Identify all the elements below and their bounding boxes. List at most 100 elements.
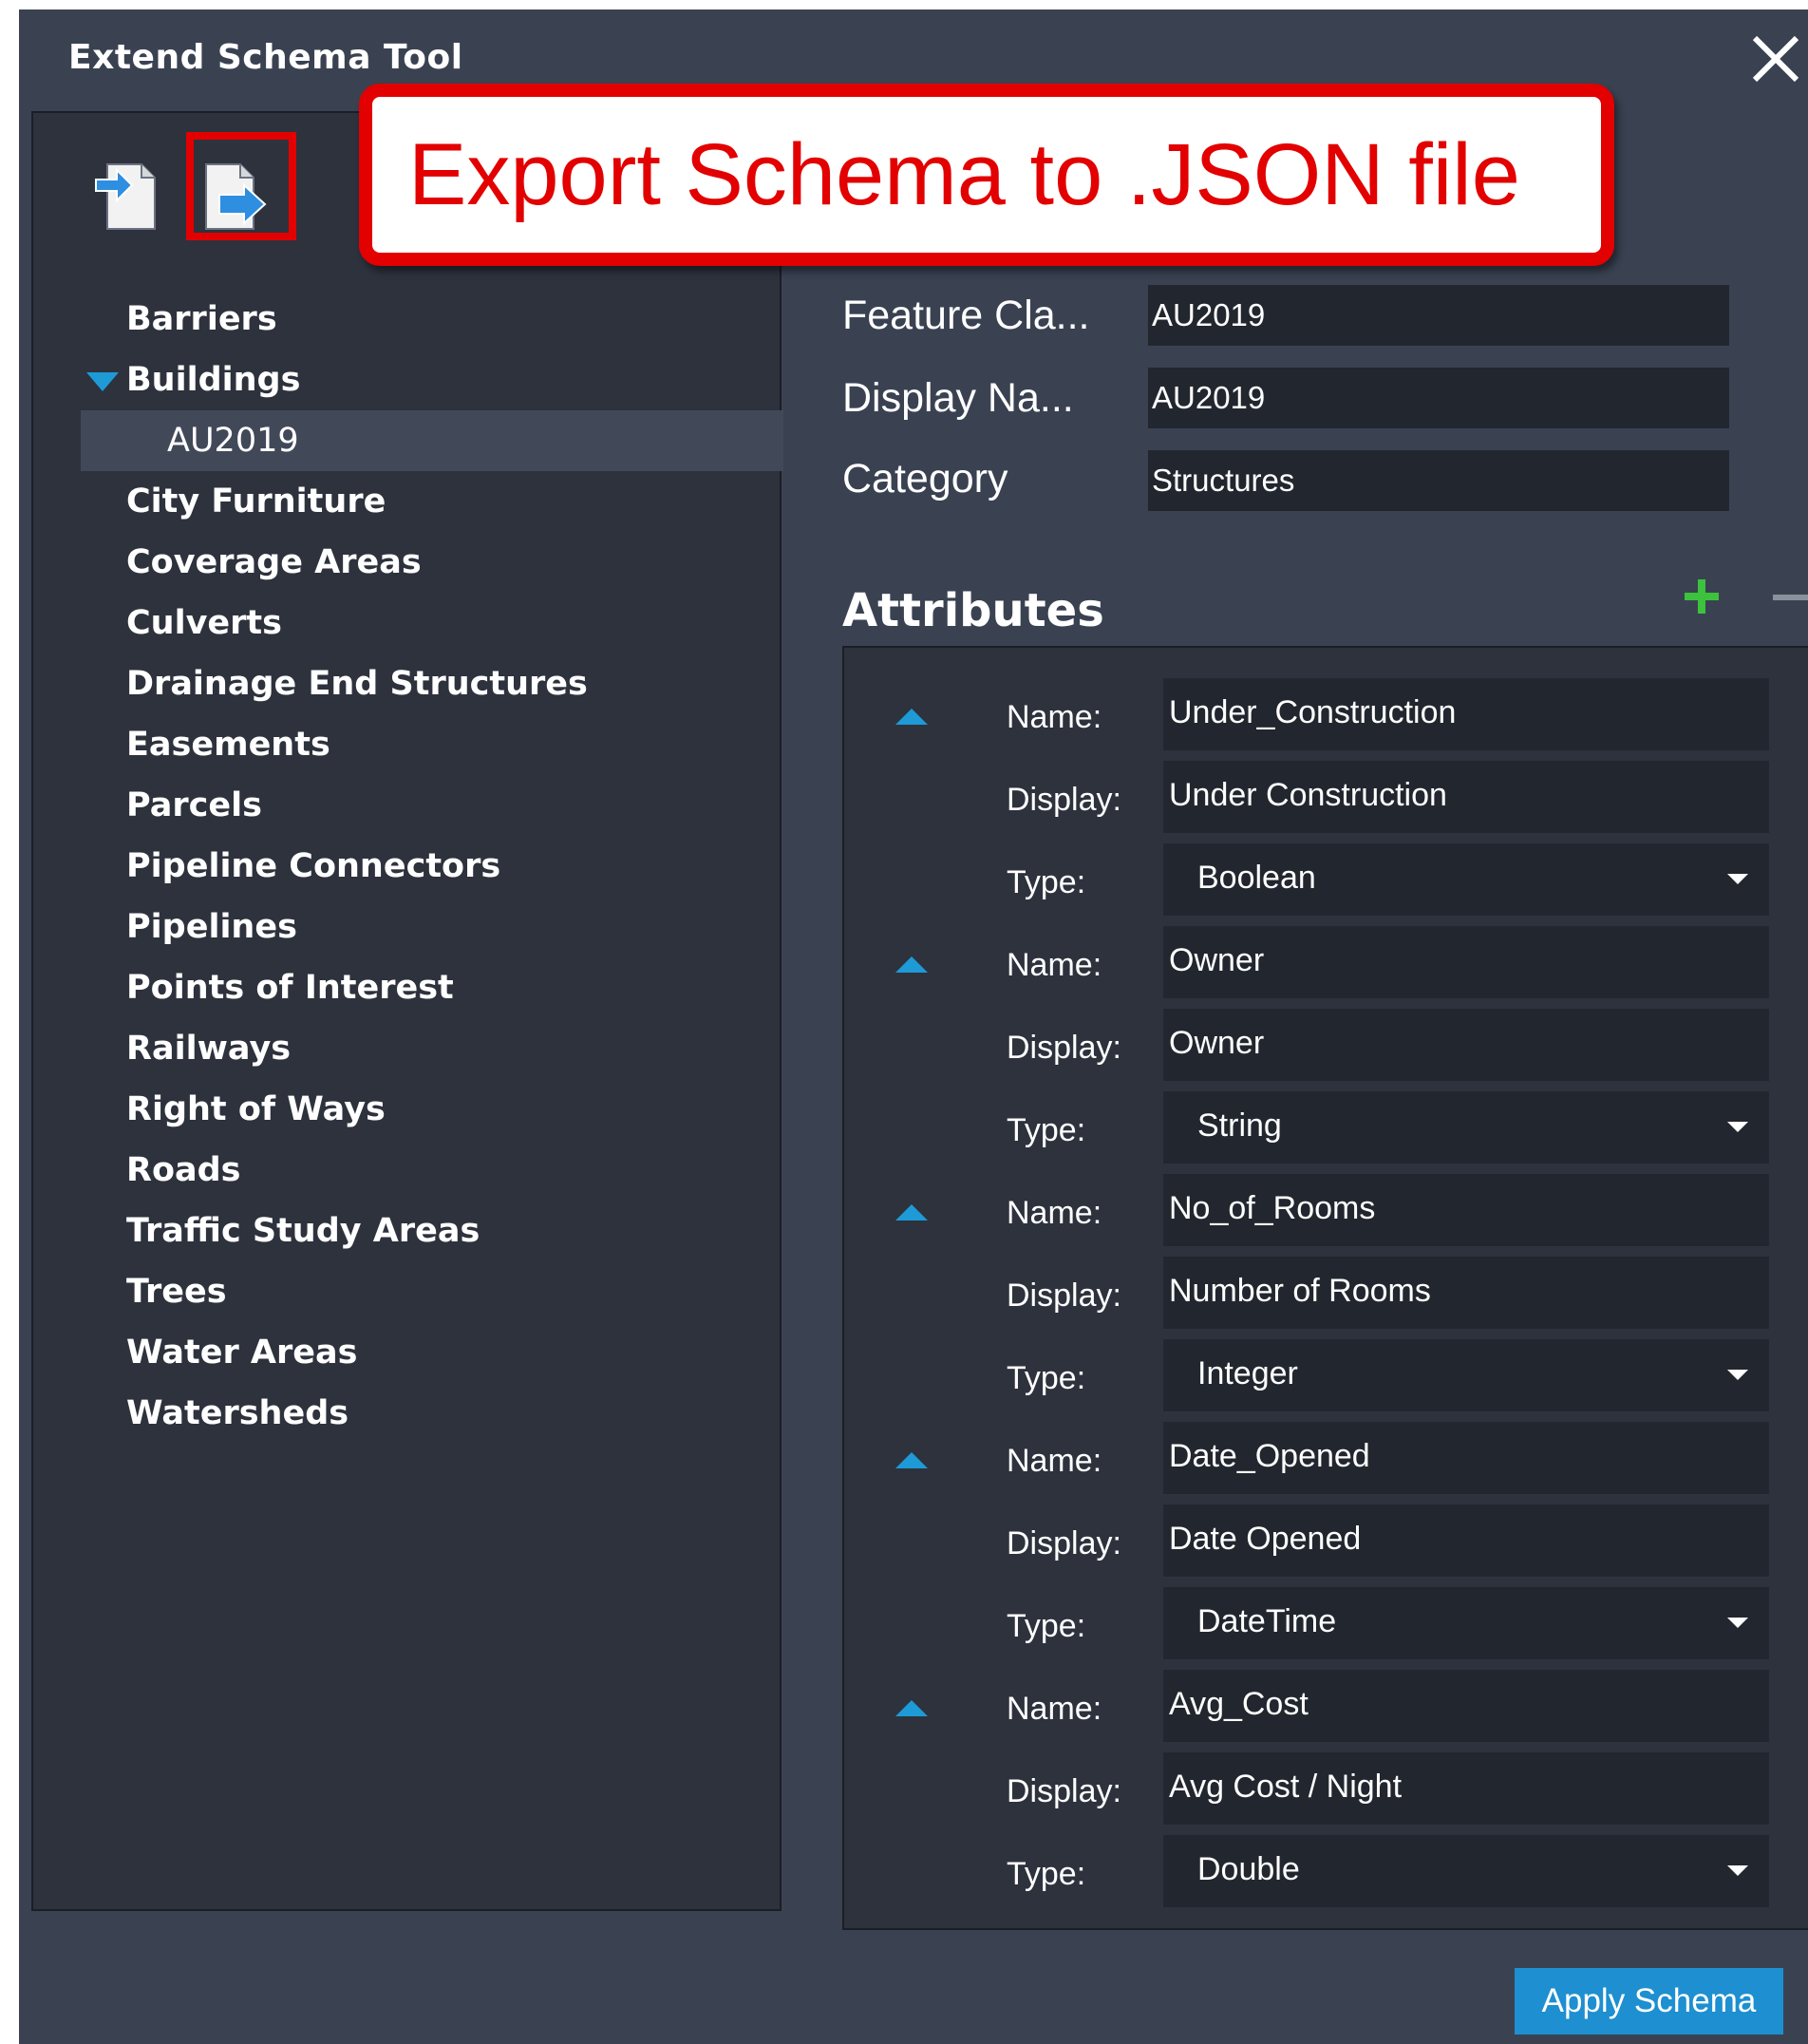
tree-item-label: Trees: [126, 1273, 227, 1311]
tree-item-label: City Furniture: [126, 483, 386, 520]
tree-item-right-of-ways[interactable]: Right of Ways: [33, 1079, 783, 1140]
attribute-type-select[interactable]: DateTime: [1163, 1587, 1769, 1659]
tree-item-label: Points of Interest: [126, 969, 454, 1007]
attribute-item: Name: Under_Construction Display: Under …: [844, 678, 1808, 926]
window-title: Extend Schema Tool: [68, 38, 463, 77]
tree-item-barriers[interactable]: Barriers: [33, 289, 783, 350]
attribute-display-field[interactable]: Avg Cost / Night: [1163, 1752, 1769, 1825]
feature-class-tree: Barriers Buildings AU2019 City Furniture…: [33, 289, 783, 1444]
tree-item-label: Traffic Study Areas: [126, 1212, 480, 1250]
tree-item-label: Roads: [126, 1151, 241, 1189]
attribute-type-select[interactable]: String: [1163, 1091, 1769, 1164]
apply-schema-button[interactable]: Apply Schema: [1515, 1968, 1783, 2035]
tree-item-points-of-interest[interactable]: Points of Interest: [33, 957, 783, 1018]
tree-item-pipeline-connectors[interactable]: Pipeline Connectors: [33, 836, 783, 897]
name-label: Name:: [1007, 699, 1102, 735]
type-label: Type:: [1007, 1856, 1086, 1892]
category-field[interactable]: Structures: [1148, 450, 1729, 511]
attribute-display-field[interactable]: Date Opened: [1163, 1505, 1769, 1577]
move-up-icon[interactable]: [895, 956, 928, 973]
attribute-display-field[interactable]: Under Construction: [1163, 761, 1769, 833]
attribute-item: Name: Avg_Cost Display: Avg Cost / Night…: [844, 1670, 1808, 1918]
attribute-name-field[interactable]: Date_Opened: [1163, 1422, 1769, 1494]
tree-item-label: Water Areas: [126, 1334, 358, 1372]
tree-item-city-furniture[interactable]: City Furniture: [33, 471, 783, 532]
tree-item-label: Pipelines: [126, 908, 297, 946]
close-icon[interactable]: [1747, 27, 1808, 87]
export-highlight-box: [186, 132, 296, 240]
tree-item-label: Parcels: [126, 786, 262, 824]
tree-item-label: Coverage Areas: [126, 543, 422, 581]
attribute-display-field[interactable]: Number of Rooms: [1163, 1257, 1769, 1329]
display-label: Display:: [1007, 1278, 1121, 1314]
display-name-field[interactable]: AU2019: [1148, 368, 1729, 428]
name-label: Name:: [1007, 1691, 1102, 1727]
tree-item-buildings[interactable]: Buildings: [33, 350, 783, 410]
tree-item-roads[interactable]: Roads: [33, 1140, 783, 1201]
attribute-type-select[interactable]: Integer: [1163, 1339, 1769, 1411]
attribute-display-field[interactable]: Owner: [1163, 1009, 1769, 1081]
tree-item-water-areas[interactable]: Water Areas: [33, 1322, 783, 1383]
tree-item-trees[interactable]: Trees: [33, 1261, 783, 1322]
tree-item-easements[interactable]: Easements: [33, 714, 783, 775]
attribute-name-field[interactable]: Owner: [1163, 926, 1769, 998]
tree-item-watersheds[interactable]: Watersheds: [33, 1383, 783, 1444]
tree-item-traffic-study-areas[interactable]: Traffic Study Areas: [33, 1201, 783, 1261]
attribute-type-select[interactable]: Boolean: [1163, 843, 1769, 916]
type-label: Type:: [1007, 864, 1086, 900]
tree-item-au2019[interactable]: AU2019: [81, 410, 783, 471]
attribute-name-field[interactable]: No_of_Rooms: [1163, 1174, 1769, 1246]
display-label: Display:: [1007, 782, 1121, 818]
tree-item-label: Pipeline Connectors: [126, 847, 501, 885]
chevron-down-icon[interactable]: [1727, 1865, 1748, 1876]
attributes-heading: Attributes: [842, 584, 1104, 637]
tree-item-label: Right of Ways: [126, 1090, 386, 1128]
extend-schema-window: Extend Schema Tool Barriers Buildings AU…: [19, 9, 1808, 2044]
display-label: Display:: [1007, 1773, 1121, 1809]
move-up-icon[interactable]: [895, 1204, 928, 1221]
attribute-item: Name: Date_Opened Display: Date Opened T…: [844, 1422, 1808, 1670]
remove-attribute-icon[interactable]: [1773, 595, 1808, 600]
caret-down-icon[interactable]: [86, 372, 119, 391]
tree-item-railways[interactable]: Railways: [33, 1018, 783, 1079]
name-label: Name:: [1007, 1195, 1102, 1231]
feature-class-field[interactable]: AU2019: [1148, 285, 1729, 346]
name-label: Name:: [1007, 947, 1102, 983]
chevron-down-icon[interactable]: [1727, 1122, 1748, 1132]
tree-item-parcels[interactable]: Parcels: [33, 775, 783, 836]
attribute-name-field[interactable]: Under_Construction: [1163, 678, 1769, 750]
type-label: Type:: [1007, 1360, 1086, 1396]
chevron-down-icon[interactable]: [1727, 1370, 1748, 1380]
tree-item-coverage-areas[interactable]: Coverage Areas: [33, 532, 783, 593]
attribute-type-value: String: [1197, 1107, 1282, 1144]
add-attribute-icon[interactable]: [1683, 577, 1721, 615]
move-up-icon[interactable]: [895, 1452, 928, 1468]
tree-item-label: Barriers: [126, 300, 277, 338]
move-up-icon[interactable]: [895, 709, 928, 725]
display-name-label: Display Na...: [842, 375, 1074, 421]
attribute-item: Name: Owner Display: Owner Type: String: [844, 926, 1808, 1174]
import-file-icon[interactable]: [94, 157, 162, 233]
feature-class-label: Feature Cla...: [842, 293, 1090, 338]
attributes-panel: Name: Under_Construction Display: Under …: [842, 646, 1808, 1930]
tree-item-pipelines[interactable]: Pipelines: [33, 897, 783, 957]
chevron-down-icon[interactable]: [1727, 874, 1748, 884]
tree-item-label: Easements: [126, 726, 330, 764]
type-label: Type:: [1007, 1608, 1086, 1644]
tree-item-drainage-end-structures[interactable]: Drainage End Structures: [33, 653, 783, 714]
chevron-down-icon[interactable]: [1727, 1618, 1748, 1628]
display-label: Display:: [1007, 1030, 1121, 1066]
tree-item-label: Buildings: [126, 361, 301, 399]
attribute-type-select[interactable]: Double: [1163, 1835, 1769, 1907]
type-label: Type:: [1007, 1112, 1086, 1148]
tree-item-label: Drainage End Structures: [126, 665, 588, 703]
move-up-icon[interactable]: [895, 1700, 928, 1716]
category-label: Category: [842, 456, 1008, 502]
name-label: Name:: [1007, 1443, 1102, 1479]
tree-item-label: AU2019: [167, 422, 299, 460]
attribute-name-field[interactable]: Avg_Cost: [1163, 1670, 1769, 1742]
export-callout: Export Schema to .JSON file: [359, 84, 1614, 266]
tree-item-label: Culverts: [126, 604, 282, 642]
attribute-type-value: Boolean: [1197, 860, 1316, 896]
tree-item-culverts[interactable]: Culverts: [33, 593, 783, 653]
